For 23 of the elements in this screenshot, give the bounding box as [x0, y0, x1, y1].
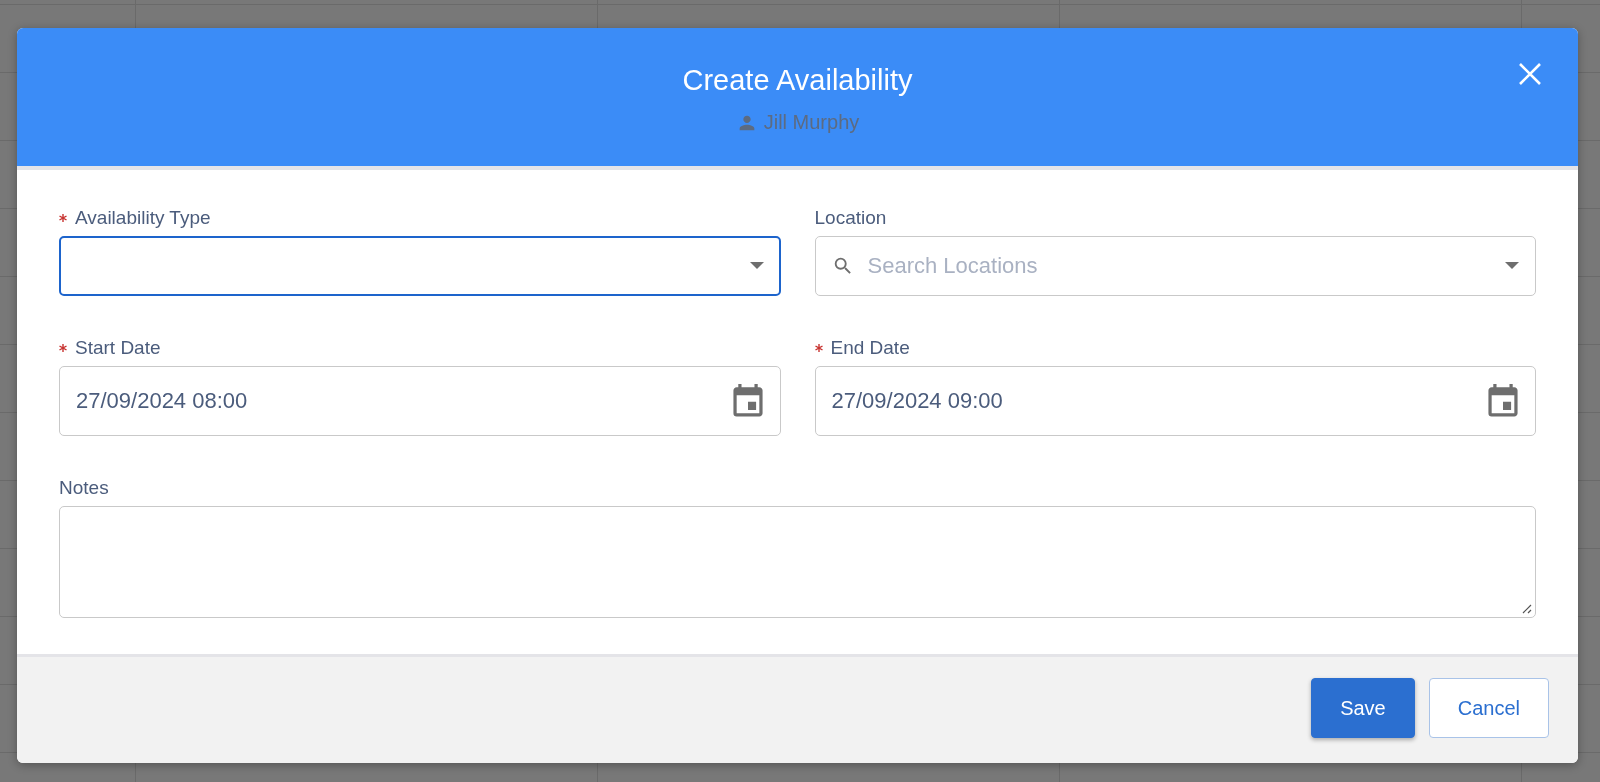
- caret-icon: [749, 262, 764, 270]
- cancel-button[interactable]: Cancel: [1428, 678, 1549, 738]
- close-button[interactable]: [1518, 62, 1542, 86]
- save-button[interactable]: Save: [1311, 678, 1415, 738]
- field-label: Notes: [59, 477, 109, 499]
- search-field[interactable]: Search Locations: [814, 236, 1536, 296]
- field-label: Location: [814, 207, 887, 229]
- field-label: Start Date: [75, 337, 161, 359]
- resize-handle-icon[interactable]: [1520, 602, 1532, 614]
- date-input[interactable]: 27/09/2024 09:00: [831, 388, 1473, 414]
- search-input[interactable]: Search Locations: [867, 253, 1491, 279]
- calendar-icon[interactable]: [1487, 384, 1519, 418]
- date-field[interactable]: 27/09/2024 08:00: [59, 366, 781, 436]
- notes-field[interactable]: [59, 506, 1536, 618]
- dialog-title: Create Availability: [682, 64, 913, 97]
- caret-icon: [1505, 262, 1519, 270]
- user-name: Jill Murphy: [763, 111, 860, 134]
- date-field[interactable]: 27/09/2024 09:00: [814, 366, 1536, 436]
- select-field[interactable]: [59, 236, 781, 296]
- field-label: Availability Type: [75, 207, 211, 229]
- field-label: End Date: [830, 337, 910, 359]
- date-input[interactable]: 27/09/2024 08:00: [76, 388, 718, 414]
- calendar-icon[interactable]: [731, 384, 764, 418]
